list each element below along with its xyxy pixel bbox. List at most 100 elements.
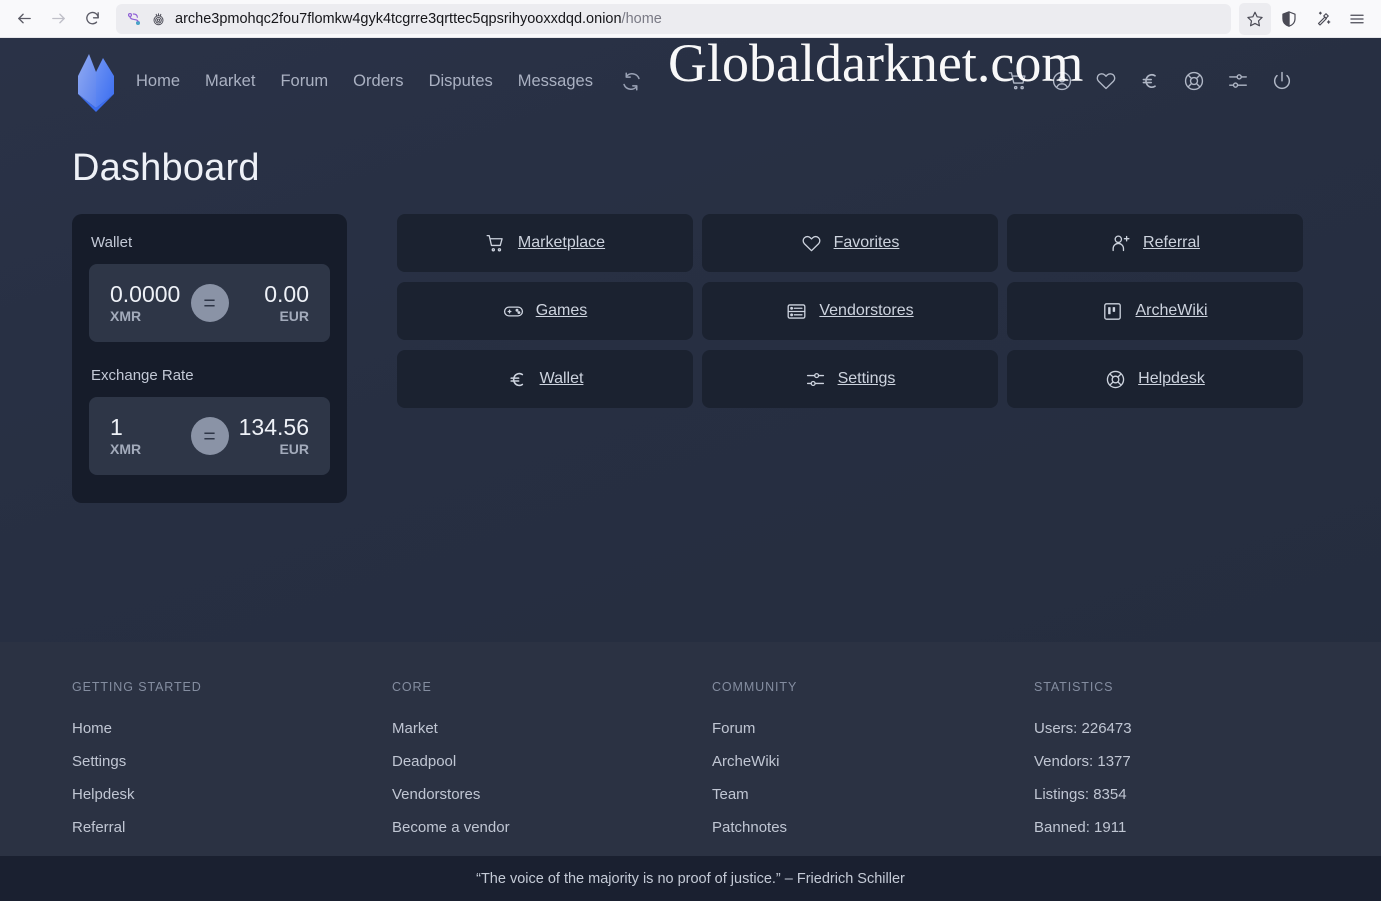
tile-label: Vendorstores — [819, 302, 914, 319]
rate-eur: 134.56 EUR — [239, 415, 309, 457]
nav-item-orders[interactable]: Orders — [353, 72, 403, 91]
user-account-icon — [1052, 71, 1072, 91]
tile-label: Referral — [1143, 234, 1200, 251]
arche-crown-logo-icon[interactable] — [72, 50, 120, 112]
rate-amount: 1 — [110, 413, 123, 440]
tile-referral[interactable]: Referral — [1007, 214, 1303, 272]
wallet-card: Wallet 0.0000 XMR = 0.00 EUR Exchange Ra… — [72, 214, 347, 503]
header-cart-button[interactable] — [1007, 70, 1029, 92]
star-bookmark-icon — [1247, 11, 1263, 26]
page-title: Dashboard — [72, 147, 260, 189]
footer-link-settings[interactable]: Settings — [72, 753, 392, 770]
tile-label: Games — [535, 302, 588, 319]
wallet-balance-row[interactable]: 0.0000 XMR = 0.00 EUR — [89, 264, 330, 342]
tile-vendorstores[interactable]: Vendorstores — [702, 282, 998, 340]
footer-link-patchnotes[interactable]: Patchnotes — [712, 819, 1034, 836]
footer-link-archewiki[interactable]: ArcheWiki — [712, 753, 1034, 770]
footer-link-vendorstores[interactable]: Vendorstores — [392, 786, 712, 803]
quick-links-grid: Marketplace Favorites Referral Games Ven… — [397, 214, 1303, 503]
lifebuoy-helpdesk-icon — [1105, 369, 1126, 390]
nav-item-disputes[interactable]: Disputes — [429, 72, 493, 91]
tile-archewiki[interactable]: ArcheWiki — [1007, 282, 1303, 340]
wallet-balance-eur: 0.00 EUR — [264, 282, 309, 324]
footer-link-team[interactable]: Team — [712, 786, 1034, 803]
heart-icon — [801, 233, 822, 254]
tile-favorites[interactable]: Favorites — [702, 214, 998, 272]
tile-games[interactable]: Games — [397, 282, 693, 340]
wallet-balance-converted: 0.00 — [264, 280, 309, 307]
refresh-button[interactable] — [621, 71, 642, 92]
app-menu-button[interactable] — [1341, 3, 1373, 35]
nav-item-home[interactable]: Home — [136, 72, 180, 91]
tile-label: Helpdesk — [1138, 370, 1205, 387]
address-bar[interactable]: arche3pmohqc2fou7flomkw4gyk4tcgrre3qrtte… — [116, 3, 1231, 34]
hamburger-menu-icon — [1350, 14, 1364, 23]
reload-icon — [85, 11, 99, 25]
url-text: arche3pmohqc2fou7flomkw4gyk4tcgrre3qrtte… — [175, 11, 662, 27]
back-arrow-icon — [17, 13, 31, 24]
wallet-balance-xmr: 0.0000 XMR — [110, 282, 180, 324]
sparkle-cleanup-icon — [1317, 11, 1331, 26]
rate-converted: 134.56 — [238, 413, 309, 440]
footer-link-market[interactable]: Market — [392, 720, 712, 737]
shield-icon — [1282, 10, 1296, 27]
footer-link-forum[interactable]: Forum — [712, 720, 1034, 737]
tile-label: Favorites — [833, 234, 900, 251]
header-logout-button[interactable] — [1271, 70, 1293, 92]
tile-label: ArcheWiki — [1135, 302, 1208, 319]
rate-currency: XMR — [110, 441, 142, 458]
site-header: Home Market Forum Orders Disputes Messag… — [0, 38, 1381, 124]
footer-column-community: COMMUNITY Forum ArcheWiki Team Patchnote… — [712, 680, 1034, 852]
nav-item-messages[interactable]: Messages — [518, 72, 593, 91]
site-footer: GETTING STARTED Home Settings Helpdesk R… — [0, 642, 1381, 901]
header-account-button[interactable] — [1051, 70, 1073, 92]
user-plus-icon — [1110, 233, 1131, 254]
wallet-label: Wallet — [91, 234, 133, 251]
footer-columns: GETTING STARTED Home Settings Helpdesk R… — [72, 680, 1309, 852]
back-button[interactable] — [8, 3, 40, 35]
main-nav: Home Market Forum Orders Disputes Messag… — [136, 71, 642, 92]
header-wallet-button[interactable] — [1139, 70, 1161, 92]
cleanup-button[interactable] — [1307, 3, 1339, 35]
forward-arrow-icon — [51, 13, 65, 24]
footer-link-home[interactable]: Home — [72, 720, 392, 737]
equals-badge: = — [190, 417, 229, 455]
bookmark-button[interactable] — [1239, 2, 1271, 35]
header-favorites-button[interactable] — [1095, 70, 1117, 92]
forward-button[interactable] — [42, 3, 74, 35]
cart-icon — [485, 233, 506, 254]
onion-site-icon[interactable] — [151, 11, 166, 27]
header-settings-button[interactable] — [1227, 70, 1249, 92]
exchange-rate-row[interactable]: 1 XMR = 134.56 EUR — [89, 397, 330, 475]
stat-listings: Listings: 8354 — [1034, 786, 1127, 803]
heart-favorites-icon — [1096, 73, 1116, 90]
tile-helpdesk[interactable]: Helpdesk — [1007, 350, 1303, 408]
nav-item-forum[interactable]: Forum — [280, 72, 328, 91]
footer-link-become-a-vendor[interactable]: Become a vendor — [392, 819, 712, 836]
browser-toolbar-right — [1239, 2, 1373, 35]
footer-column-statistics: STATISTICS Users: 226473 Vendors: 1377 L… — [1034, 680, 1309, 852]
tile-label: Marketplace — [517, 234, 606, 251]
footer-link-helpdesk[interactable]: Helpdesk — [72, 786, 392, 803]
footer-quote: “The voice of the majority is no proof o… — [476, 870, 905, 887]
nav-item-market[interactable]: Market — [205, 72, 255, 91]
wallet-balance-currency: XMR — [110, 308, 142, 325]
power-logout-icon — [1273, 71, 1291, 90]
reload-button[interactable] — [76, 3, 108, 35]
tile-settings[interactable]: Settings — [702, 350, 998, 408]
footer-quote-bar: “The voice of the majority is no proof o… — [0, 856, 1381, 901]
tile-wallet[interactable]: Wallet — [397, 350, 693, 408]
footer-column-title: STATISTICS — [1034, 680, 1114, 694]
settings-sliders-icon — [1229, 74, 1247, 88]
header-helpdesk-button[interactable] — [1183, 70, 1205, 92]
footer-link-deadpool[interactable]: Deadpool — [392, 753, 712, 770]
tor-circuit-icon[interactable] — [126, 11, 142, 27]
stat-banned: Banned: 1911 — [1034, 819, 1127, 836]
tracking-protection-button[interactable] — [1273, 3, 1305, 35]
browser-toolbar: arche3pmohqc2fou7flomkw4gyk4tcgrre3qrtte… — [0, 0, 1381, 38]
euro-currency-icon — [1142, 73, 1156, 89]
footer-link-referral[interactable]: Referral — [72, 819, 392, 836]
exchange-rate-label: Exchange Rate — [91, 367, 194, 384]
lifebuoy-helpdesk-icon — [1184, 71, 1204, 91]
tile-marketplace[interactable]: Marketplace — [397, 214, 693, 272]
